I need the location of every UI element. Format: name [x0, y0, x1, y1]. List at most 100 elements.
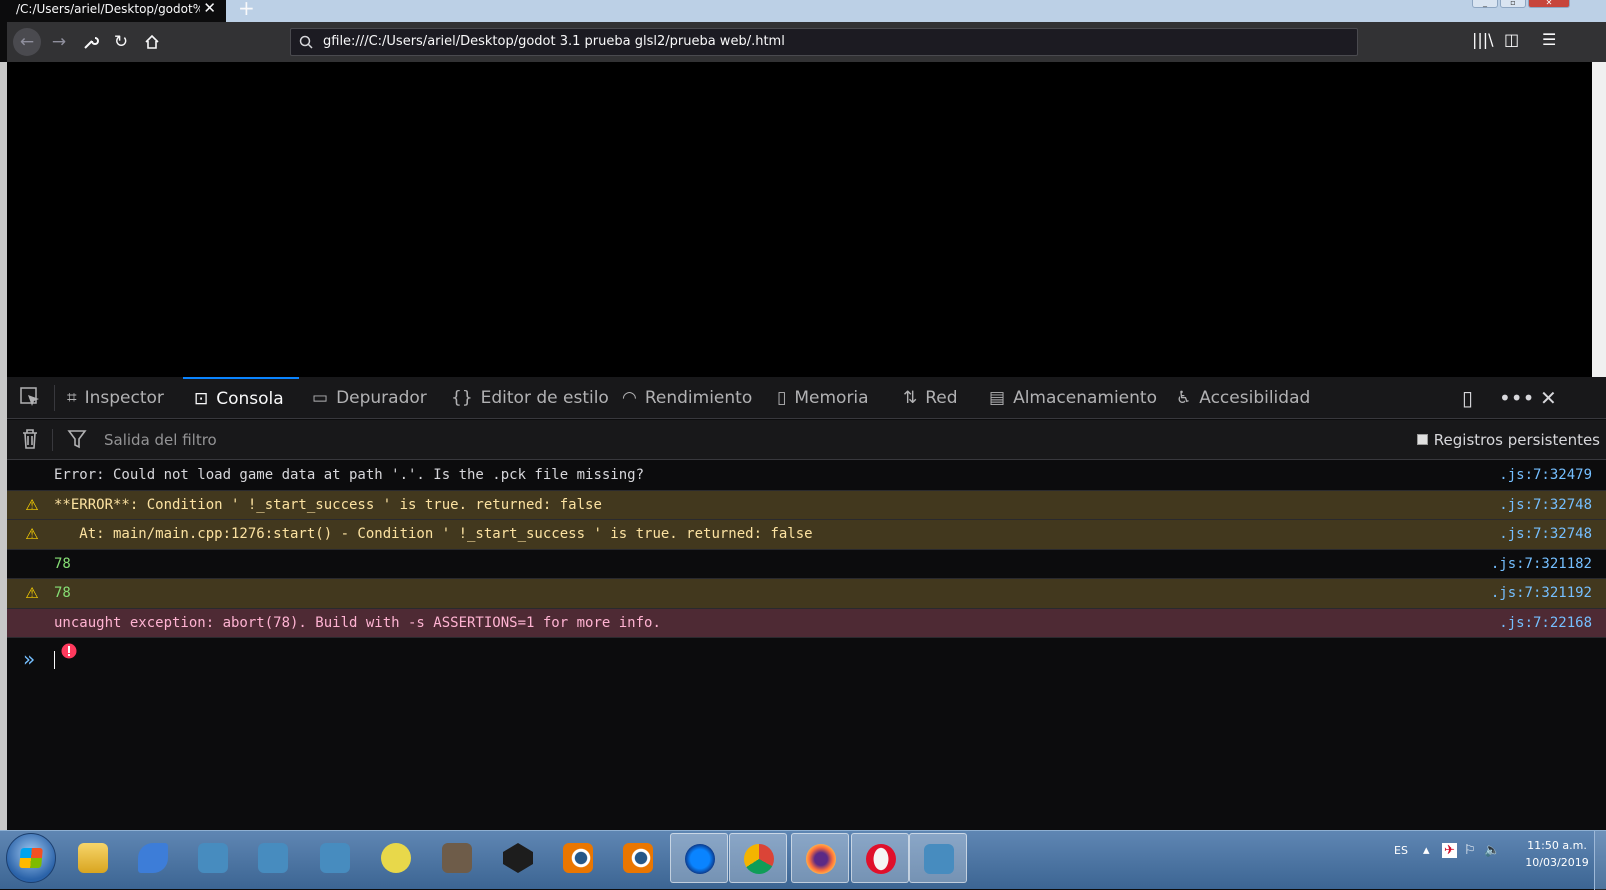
message-source-link[interactable]: .js:7:32748 — [1499, 491, 1592, 519]
console-input[interactable]: » — [7, 641, 1606, 677]
sidebar-icon[interactable]: ◫ — [1504, 30, 1519, 49]
taskbar-app-gimp[interactable] — [428, 833, 486, 883]
warning-icon: ⚠ — [25, 584, 39, 602]
taskbar-app-firefox[interactable] — [791, 833, 849, 883]
library-icon[interactable]: |||\ — [1472, 30, 1494, 49]
message-source-link[interactable]: .js:7:22168 — [1499, 609, 1592, 637]
forward-button[interactable]: → — [47, 30, 71, 54]
navigation-toolbar: ← → ↻ gfile:///C:/Users/ariel/Desktop/go… — [7, 22, 1606, 62]
godot-icon — [320, 843, 350, 873]
action-center-flag-icon[interactable]: ⚐ — [1464, 843, 1476, 858]
tab-storage[interactable]: ▤ Almacenamiento — [989, 377, 1157, 419]
close-devtools-icon[interactable]: ✕ — [1540, 377, 1557, 419]
console-filter-bar: Registros persistentes — [7, 420, 1606, 460]
tab-style-editor[interactable]: {} Editor de estilo — [451, 377, 609, 419]
checkbox[interactable] — [1416, 434, 1428, 445]
taskbar-app-godot[interactable] — [306, 833, 364, 883]
clock[interactable]: 11:50 a.m. 10/03/2019 — [1520, 837, 1594, 871]
warning-icon: ⚠ — [25, 525, 39, 543]
tab-console[interactable]: ⊡ Consola — [183, 377, 299, 419]
tab-performance[interactable]: ◠ Rendimiento — [622, 377, 752, 419]
message-text: At: main/main.cpp:1276:start() - Conditi… — [54, 526, 813, 542]
element-picker-icon[interactable] — [19, 386, 43, 410]
message-source-link[interactable]: .js:7:321182 — [1491, 550, 1592, 578]
tab-strip: /C:/Users/ariel/Desktop/godot%20 ✕ + _ ▫… — [0, 0, 1606, 22]
console-message: ⚠ 78 .js:7:321192 — [7, 579, 1606, 609]
tab-inspector[interactable]: ⌗ Inspector — [67, 377, 164, 419]
toolbar-separator — [52, 429, 53, 451]
taskbar-app-file-explorer[interactable] — [64, 833, 122, 883]
firefox-developer-icon — [685, 844, 715, 874]
taskbar-app-opera[interactable] — [851, 833, 909, 883]
taskbar-app-blender[interactable] — [549, 833, 607, 883]
tab-title: /C:/Users/ariel/Desktop/godot%20 — [16, 2, 200, 16]
style-editor-icon: {} — [451, 388, 473, 408]
chrome-icon — [744, 844, 774, 874]
volume-icon[interactable]: 🔈 — [1484, 843, 1500, 858]
close-tab-icon[interactable]: ✕ — [203, 0, 216, 16]
page-canvas[interactable] — [7, 62, 1606, 377]
trash-icon[interactable] — [21, 428, 39, 455]
taskbar-app-unity[interactable] — [489, 833, 547, 883]
unity-icon — [503, 843, 533, 873]
responsive-mode-icon[interactable]: ▯ — [1462, 377, 1473, 419]
console-message: ⚠ At: main/main.cpp:1276:start() - Condi… — [7, 520, 1606, 550]
godot-icon — [258, 843, 288, 873]
persist-logs-checkbox[interactable]: Registros persistentes — [1416, 420, 1600, 460]
url-text: gfile:///C:/Users/ariel/Desktop/godot 3.… — [323, 34, 785, 49]
browser-tab[interactable]: /C:/Users/ariel/Desktop/godot%20 ✕ — [0, 0, 226, 22]
minimize-button[interactable]: _ — [1472, 0, 1498, 8]
tab-debugger[interactable]: ▭ Depurador — [312, 377, 427, 419]
tab-network[interactable]: ⇅ Red — [903, 377, 958, 419]
message-text: **ERROR**: Condition ' !_start_success '… — [54, 496, 602, 513]
message-text: 78 — [54, 555, 71, 572]
show-desktop-button[interactable] — [1594, 831, 1606, 890]
wrench-icon[interactable] — [79, 30, 103, 54]
storage-icon: ▤ — [989, 388, 1006, 408]
blender-icon — [623, 843, 653, 873]
inspector-icon: ⌗ — [67, 388, 77, 408]
new-tab-button[interactable]: + — [238, 0, 255, 20]
message-source-link[interactable]: .js:7:321192 — [1491, 579, 1592, 607]
antivirus-icon[interactable]: ✈ — [1442, 843, 1457, 858]
url-bar[interactable]: gfile:///C:/Users/ariel/Desktop/godot 3.… — [290, 28, 1358, 56]
app-blue-icon — [138, 843, 168, 873]
windows-logo-icon — [19, 848, 43, 868]
taskbar-app-android[interactable] — [367, 833, 425, 883]
start-button[interactable] — [6, 833, 56, 883]
filter-input[interactable] — [104, 428, 1004, 452]
language-indicator[interactable]: ES — [1394, 844, 1408, 857]
message-source-link[interactable]: .js:7:32748 — [1499, 520, 1592, 548]
window-close-button[interactable]: ✕ — [1528, 0, 1570, 8]
clock-time: 11:50 a.m. — [1527, 839, 1587, 852]
taskbar-app-godot[interactable] — [244, 833, 302, 883]
console-message: ⚠ **ERROR**: Condition ' !_start_success… — [7, 490, 1606, 520]
taskbar-app-chrome[interactable] — [729, 833, 787, 883]
back-button[interactable]: ← — [13, 28, 41, 56]
maximize-button[interactable]: ▫ — [1500, 0, 1526, 8]
taskbar-app-godot[interactable] — [184, 833, 242, 883]
home-button[interactable] — [140, 30, 164, 54]
filter-icon — [67, 428, 87, 455]
message-source-link[interactable]: .js:7:32479 — [1499, 461, 1592, 489]
tab-memory[interactable]: ▯ Memoria — [777, 377, 869, 419]
page-scrollbar[interactable] — [1592, 62, 1606, 377]
taskbar-app-blue[interactable] — [124, 833, 182, 883]
accessibility-icon: ♿ — [1176, 388, 1192, 408]
taskbar-app-firefox-dev[interactable] — [670, 833, 728, 883]
console-message: uncaught exception: abort(78). Build wit… — [7, 608, 1606, 658]
tab-accessibility[interactable]: ♿ Accesibilidad — [1176, 377, 1310, 419]
hamburger-menu-icon[interactable]: ☰ — [1542, 30, 1556, 49]
taskbar-app-godot[interactable] — [909, 833, 967, 883]
reload-button[interactable]: ↻ — [109, 30, 133, 54]
opera-icon — [866, 844, 896, 874]
godot-icon — [198, 843, 228, 873]
taskbar-app-blender[interactable] — [609, 833, 667, 883]
memory-icon: ▯ — [777, 388, 787, 408]
more-options-icon[interactable]: ••• — [1499, 377, 1534, 419]
blender-icon — [563, 843, 593, 873]
message-text: 78 — [54, 585, 71, 601]
show-hidden-icons-icon[interactable]: ▴ — [1423, 843, 1430, 858]
taskbar: ES ▴ ✈ ⚐ 🔈 11:50 a.m. 10/03/2019 — [0, 830, 1606, 890]
message-text: uncaught exception: abort(78). Build wit… — [54, 614, 661, 631]
